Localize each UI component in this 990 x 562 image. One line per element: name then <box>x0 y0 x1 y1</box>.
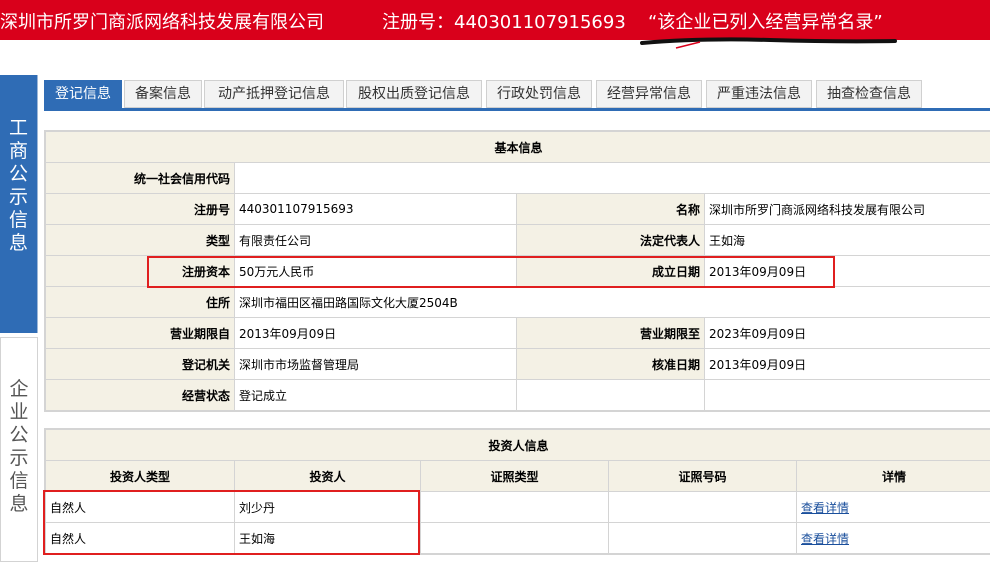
tab-abnormal-operation[interactable]: 经营异常信息 <box>596 80 702 108</box>
column-header: 详情 <box>795 460 990 492</box>
establish-date-value: 2013年09月09日 <box>703 255 990 287</box>
tab-administrative-penalty[interactable]: 行政处罚信息 <box>486 80 592 108</box>
legal-rep-value: 王如海 <box>703 224 990 256</box>
banner-abnormal-notice: “该企业已列入经营异常名录” <box>648 12 883 33</box>
side-nav-char: 示 <box>8 186 28 208</box>
term-to-label: 营业期限至 <box>516 317 705 349</box>
approval-date-value: 2013年09月09日 <box>703 348 990 380</box>
tab-spot-check[interactable]: 抽查检查信息 <box>816 80 922 108</box>
empty-cell <box>703 379 990 411</box>
banner-registration-number: 注册号：440301107915693 <box>382 12 626 33</box>
address-label: 住所 <box>45 286 235 318</box>
registered-capital-value: 50万元人民币 <box>234 255 517 287</box>
investor-info-panel: 投资人信息 投资人类型 投资人 证照类型 证照号码 详情 自然人 刘少丹 查看详… <box>44 428 990 555</box>
empty-cell <box>516 379 705 411</box>
side-nav-char: 公 <box>9 424 29 446</box>
reg-no-value: 440301107915693 <box>234 193 517 225</box>
company-type-label: 类型 <box>45 224 235 256</box>
tab-underline <box>44 108 990 111</box>
side-nav: 工 商 公 示 信 息 企 业 公 示 信 息 <box>0 75 38 562</box>
cert-type-cell <box>420 522 609 554</box>
tab-filing-info[interactable]: 备案信息 <box>124 80 202 108</box>
side-nav-char: 信 <box>8 209 28 231</box>
table-row: 自然人 王如海 查看详情 <box>45 522 990 554</box>
table-row: 自然人 刘少丹 查看详情 <box>45 491 990 523</box>
establish-date-label: 成立日期 <box>516 255 705 287</box>
company-name-value: 深圳市所罗门商派网络科技发展有限公司 <box>703 193 990 225</box>
side-nav-char: 公 <box>8 163 28 185</box>
column-header: 证照类型 <box>420 460 609 492</box>
column-header: 投资人 <box>234 460 421 492</box>
investor-name-cell: 王如海 <box>234 522 421 554</box>
cert-no-cell <box>608 522 797 554</box>
legal-rep-label: 法定代表人 <box>516 224 705 256</box>
detail-cell: 查看详情 <box>795 491 990 523</box>
side-nav-business-publicity[interactable]: 工 商 公 示 信 息 <box>0 75 38 333</box>
basic-info-panel: 基本信息 统一社会信用代码 注册号 440301107915693 名称 深圳市… <box>44 130 990 412</box>
side-nav-char: 工 <box>8 117 28 139</box>
approval-date-label: 核准日期 <box>516 348 705 380</box>
view-details-link[interactable]: 查看详情 <box>801 532 849 546</box>
credit-code-value <box>233 162 990 194</box>
registration-authority-label: 登记机关 <box>45 348 235 380</box>
investor-info-title: 投资人信息 <box>44 429 990 461</box>
operating-status-label: 经营状态 <box>45 379 235 411</box>
column-header: 投资人类型 <box>45 460 235 492</box>
side-nav-char: 业 <box>9 401 29 423</box>
term-from-value: 2013年09月09日 <box>234 317 517 349</box>
side-nav-char: 息 <box>9 493 29 515</box>
basic-info-table: 基本信息 统一社会信用代码 注册号 440301107915693 名称 深圳市… <box>44 131 990 411</box>
company-type-value: 有限责任公司 <box>234 224 517 256</box>
registration-authority-value: 深圳市市场监督管理局 <box>234 348 517 380</box>
cert-no-cell <box>608 491 797 523</box>
side-nav-char: 示 <box>9 447 29 469</box>
column-header: 证照号码 <box>608 460 797 492</box>
banner-company-name: 深圳市所罗门商派网络科技发展有限公司 <box>0 12 324 33</box>
investor-type-cell: 自然人 <box>45 522 235 554</box>
side-nav-enterprise-publicity[interactable]: 企 业 公 示 信 息 <box>0 337 38 562</box>
cert-type-cell <box>420 491 609 523</box>
address-value: 深圳市福田区福田路国际文化大厦2504B <box>233 286 990 318</box>
side-nav-char: 信 <box>9 470 29 492</box>
tab-serious-violation[interactable]: 严重违法信息 <box>706 80 812 108</box>
term-to-value: 2023年09月09日 <box>703 317 990 349</box>
scribble-underline-mark <box>640 37 897 49</box>
term-from-label: 营业期限自 <box>45 317 235 349</box>
view-details-link[interactable]: 查看详情 <box>801 501 849 515</box>
company-name-label: 名称 <box>516 193 705 225</box>
side-nav-char: 商 <box>8 140 28 162</box>
tab-equity-pledge[interactable]: 股权出质登记信息 <box>346 80 482 108</box>
investor-type-cell: 自然人 <box>45 491 235 523</box>
side-nav-char: 息 <box>8 232 28 254</box>
tab-chattel-mortgage[interactable]: 动产抵押登记信息 <box>204 80 344 108</box>
investor-name-cell: 刘少丹 <box>234 491 421 523</box>
basic-info-title: 基本信息 <box>44 131 990 163</box>
reg-no-label: 注册号 <box>45 193 235 225</box>
detail-cell: 查看详情 <box>795 522 990 554</box>
registered-capital-label: 注册资本 <box>45 255 235 287</box>
operating-status-value: 登记成立 <box>234 379 517 411</box>
credit-code-label: 统一社会信用代码 <box>45 162 235 194</box>
investor-table: 投资人信息 投资人类型 投资人 证照类型 证照号码 详情 自然人 刘少丹 查看详… <box>44 429 990 554</box>
side-nav-char: 企 <box>9 378 29 400</box>
tab-registration-info[interactable]: 登记信息 <box>44 80 122 108</box>
